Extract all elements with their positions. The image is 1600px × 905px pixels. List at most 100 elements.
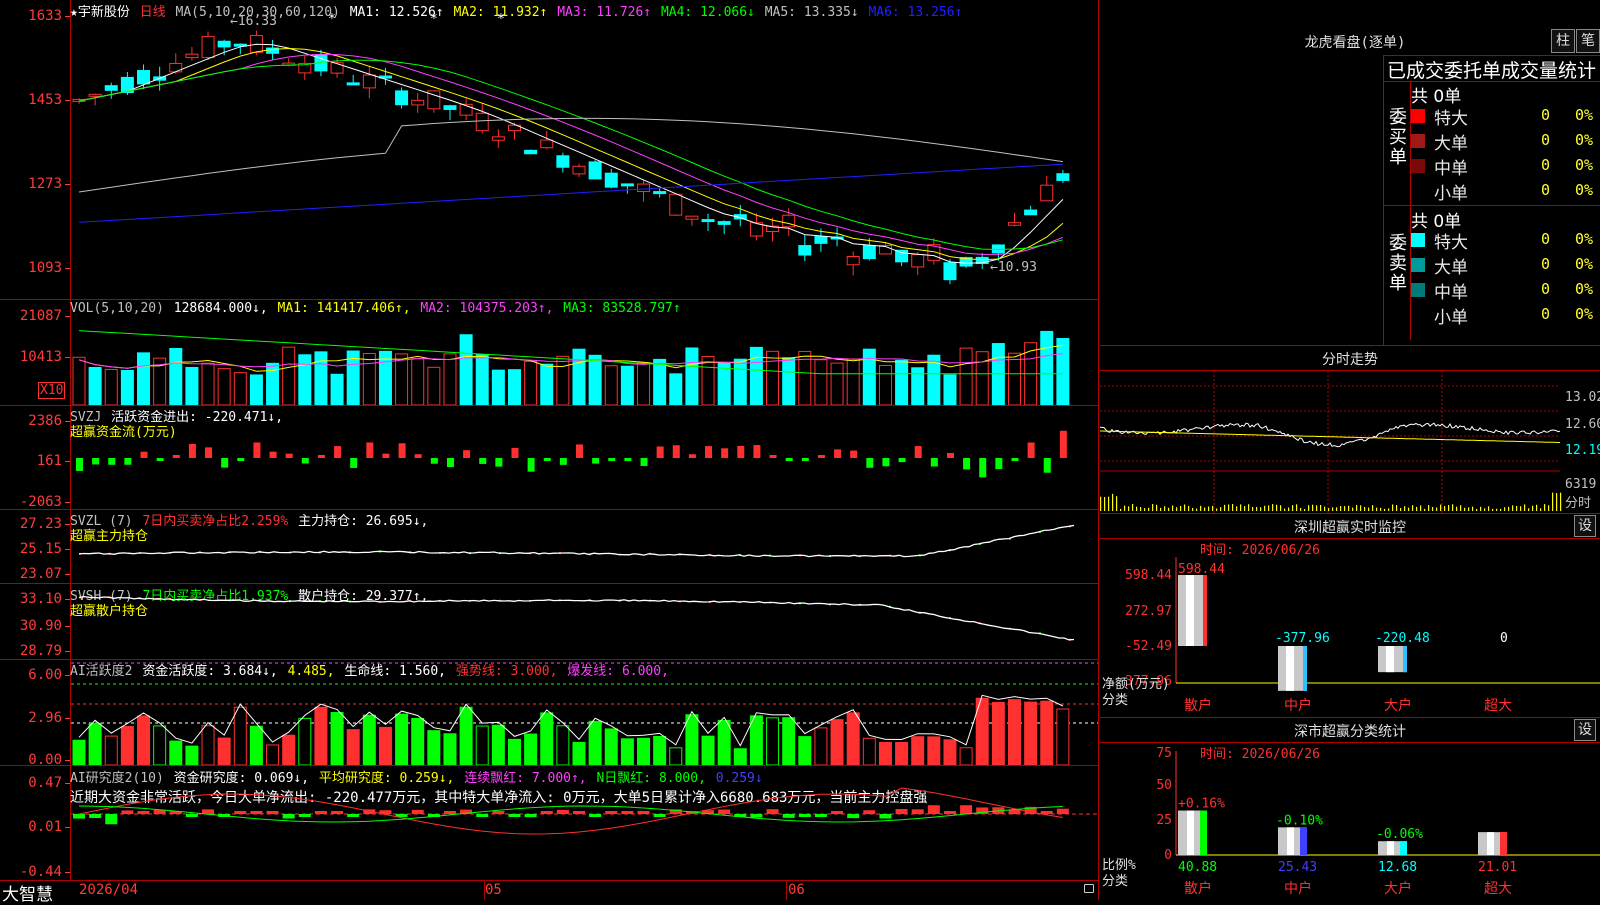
fund-flow-bar <box>882 458 890 467</box>
svzj-y-label-2: -2063 <box>0 494 70 510</box>
fenshi-vol-bar <box>1388 508 1390 511</box>
volume-bar <box>1056 338 1070 405</box>
fenshi-vol-bar <box>1324 506 1326 511</box>
volume-bar <box>943 374 957 405</box>
bar-view-button[interactable]: 柱 <box>1551 29 1575 53</box>
fenshi-vol-bar <box>1472 506 1474 511</box>
intraday-chart[interactable] <box>1100 371 1600 513</box>
fenshi-vol-bar <box>1348 505 1350 511</box>
research-bar <box>266 811 279 814</box>
divider-svzl <box>0 583 1099 584</box>
research-bar <box>556 809 569 814</box>
svzl-main-holdings-chart[interactable] <box>71 510 1098 583</box>
fenshi-vol-bar <box>1340 505 1342 511</box>
divider-kline <box>0 299 1099 300</box>
class-category: 超大 <box>1484 881 1512 897</box>
fund-flow-bar <box>1043 458 1051 473</box>
main-chart-area[interactable]: ★宇新股份 日线 MA(5,10,20,30,60,120) MA1: 12.5… <box>0 0 1100 905</box>
volume-bar <box>298 354 312 405</box>
candle-body <box>1007 222 1021 226</box>
kline-y-label-1: 1453 <box>0 92 70 108</box>
volume-bar <box>653 358 667 405</box>
activity-bar <box>846 712 860 765</box>
candle-body <box>604 172 618 188</box>
monitor-bar-value: -220.48 <box>1375 631 1430 646</box>
monitor-bar-value: 598.44 <box>1178 562 1225 577</box>
tick-view-button[interactable]: 笔 <box>1576 29 1600 53</box>
volume-bar <box>669 373 683 405</box>
monitor-bar-value: -377.96 <box>1275 631 1330 646</box>
monitor-y-label: 598.44 <box>1125 568 1172 583</box>
sz-class-settings-button[interactable]: 设 <box>1574 719 1596 741</box>
fenshi-vol-bar <box>1528 508 1530 511</box>
volume-bar <box>556 355 570 405</box>
sell-row-percent: 0% <box>1575 230 1594 248</box>
research-bar <box>185 814 198 817</box>
candle-body <box>88 93 102 97</box>
ai-research-chart[interactable] <box>71 767 1098 880</box>
research-bar <box>1040 811 1053 814</box>
fenshi-vol-bar <box>1148 507 1150 511</box>
monitor-top-border <box>1100 513 1600 514</box>
activity-bar <box>637 737 651 765</box>
activity-bar <box>201 725 215 765</box>
fund-flow-bar <box>237 458 245 461</box>
volume-bar <box>524 360 538 405</box>
svzj-fund-flow-chart[interactable] <box>71 406 1098 509</box>
activity-bar <box>927 736 941 765</box>
volume-bar <box>975 351 989 405</box>
ai-activity-chart[interactable] <box>71 660 1098 765</box>
research-bar <box>492 811 505 814</box>
vol-y-label-0: 21087 <box>0 308 70 324</box>
monitor-y-label: 272.97 <box>1125 604 1172 619</box>
svsh-retail-holdings-chart[interactable] <box>71 585 1098 659</box>
class-top-border <box>1100 717 1600 718</box>
class-bar-edge <box>1400 841 1407 855</box>
activity-bar <box>491 724 505 765</box>
research-bar <box>911 809 924 814</box>
svzj-y-label-1: 161 <box>0 453 70 469</box>
fenshi-vol-bar <box>1320 505 1322 511</box>
fenshi-vol-bar <box>1544 504 1546 511</box>
sz-class-bar-chart[interactable]: 75 50 25 0 比例%分类 +0.16% 40.88 散户 -0.10% 25.43 中户 -0… <box>1100 743 1600 900</box>
activity-bar <box>459 706 473 765</box>
fenshi-vol-bar <box>1520 506 1522 511</box>
sz-monitor-bar-chart[interactable]: 598.44 272.97 -52.49 -377.96 净额(万元)分类 598.44 散… <box>1100 539 1600 717</box>
activity-bar <box>911 736 925 765</box>
sz-monitor-settings-button[interactable]: 设 <box>1574 515 1596 537</box>
research-bar <box>540 811 553 814</box>
volume-bar <box>895 359 909 405</box>
candle-body <box>524 149 538 155</box>
volume-bar <box>491 369 505 405</box>
fenshi-vol-bar <box>1468 507 1470 511</box>
fenshi-vol-bar <box>1172 505 1174 511</box>
vol-header: VOL(5,10,20) 128684.000↓, MA1: 141417.40… <box>70 301 683 316</box>
candle-body <box>137 70 151 85</box>
volume-bar <box>362 352 376 405</box>
volume-bar <box>282 346 296 405</box>
longhu-panel: 龙虎看盘(逐单) 柱 笔 已成交委托单成交量统计 委买单 委卖单 共 0单 共 … <box>1100 0 1600 345</box>
candle-body <box>411 99 425 106</box>
fenshi-vol-bar <box>1212 505 1214 511</box>
sell-row-percent: 0% <box>1575 255 1594 273</box>
fenshi-vol-bar <box>1428 505 1430 511</box>
class-y-title: 比例% <box>1102 858 1136 873</box>
fund-flow-bar <box>140 451 148 458</box>
lock-icon[interactable] <box>1084 884 1094 893</box>
volume-bar <box>475 354 489 405</box>
candlestick-chart[interactable] <box>71 18 1098 298</box>
volume-chart[interactable] <box>71 318 1098 405</box>
fund-flow-bar <box>753 445 761 458</box>
volume-bar <box>878 364 892 405</box>
research-bar <box>1056 808 1069 814</box>
fund-flow-bar <box>995 458 1003 470</box>
volume-bar <box>507 369 521 405</box>
activity-bar <box>572 741 586 765</box>
volume-bar <box>120 369 134 405</box>
buy-row-name: 大单 <box>1434 134 1468 154</box>
fenshi-panel[interactable]: 分时走势 13.02 12.60 12.19 6319 分时 <box>1100 345 1600 513</box>
fenshi-vol-bar <box>1360 505 1362 511</box>
fenshi-vol-bar <box>1504 507 1506 511</box>
candle-body <box>104 85 118 91</box>
fund-flow-bar <box>785 458 793 461</box>
